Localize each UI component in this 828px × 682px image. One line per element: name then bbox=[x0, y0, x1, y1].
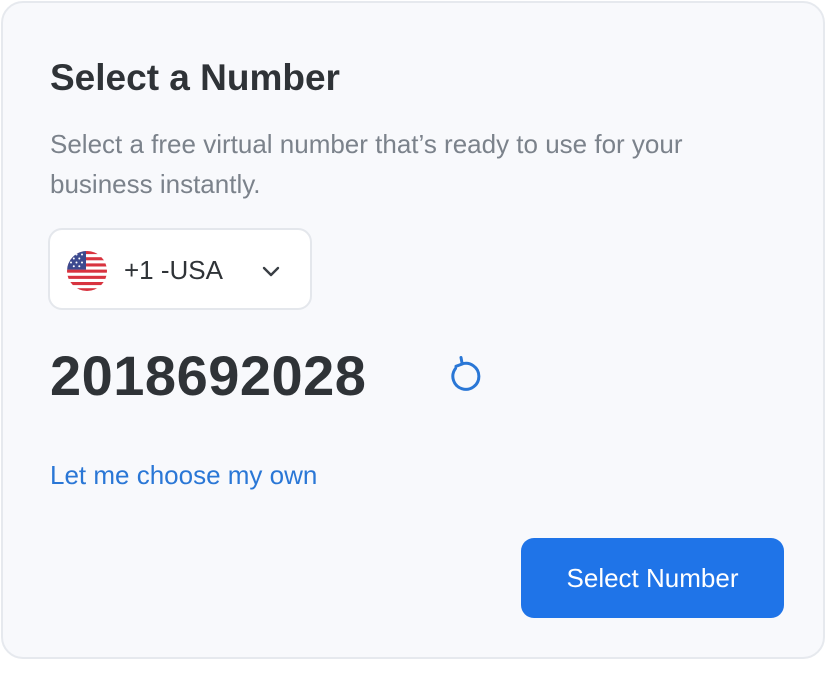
country-code-value: +1 -USA bbox=[124, 255, 223, 285]
us-flag-icon bbox=[67, 251, 107, 291]
select-number-button[interactable]: Select Number bbox=[521, 538, 784, 618]
chevron-down-icon bbox=[262, 266, 280, 277]
select-number-card: Select a Number Select a free virtual nu… bbox=[1, 1, 825, 659]
refresh-icon[interactable] bbox=[441, 353, 485, 397]
choose-own-number-link[interactable]: Let me choose my own bbox=[50, 458, 317, 492]
country-code-select[interactable]: +1 -USA bbox=[48, 228, 312, 310]
virtual-number: 2018692028 bbox=[50, 344, 367, 407]
card-title: Select a Number bbox=[50, 57, 340, 98]
card-subtitle: Select a free virtual number that’s read… bbox=[50, 129, 683, 199]
